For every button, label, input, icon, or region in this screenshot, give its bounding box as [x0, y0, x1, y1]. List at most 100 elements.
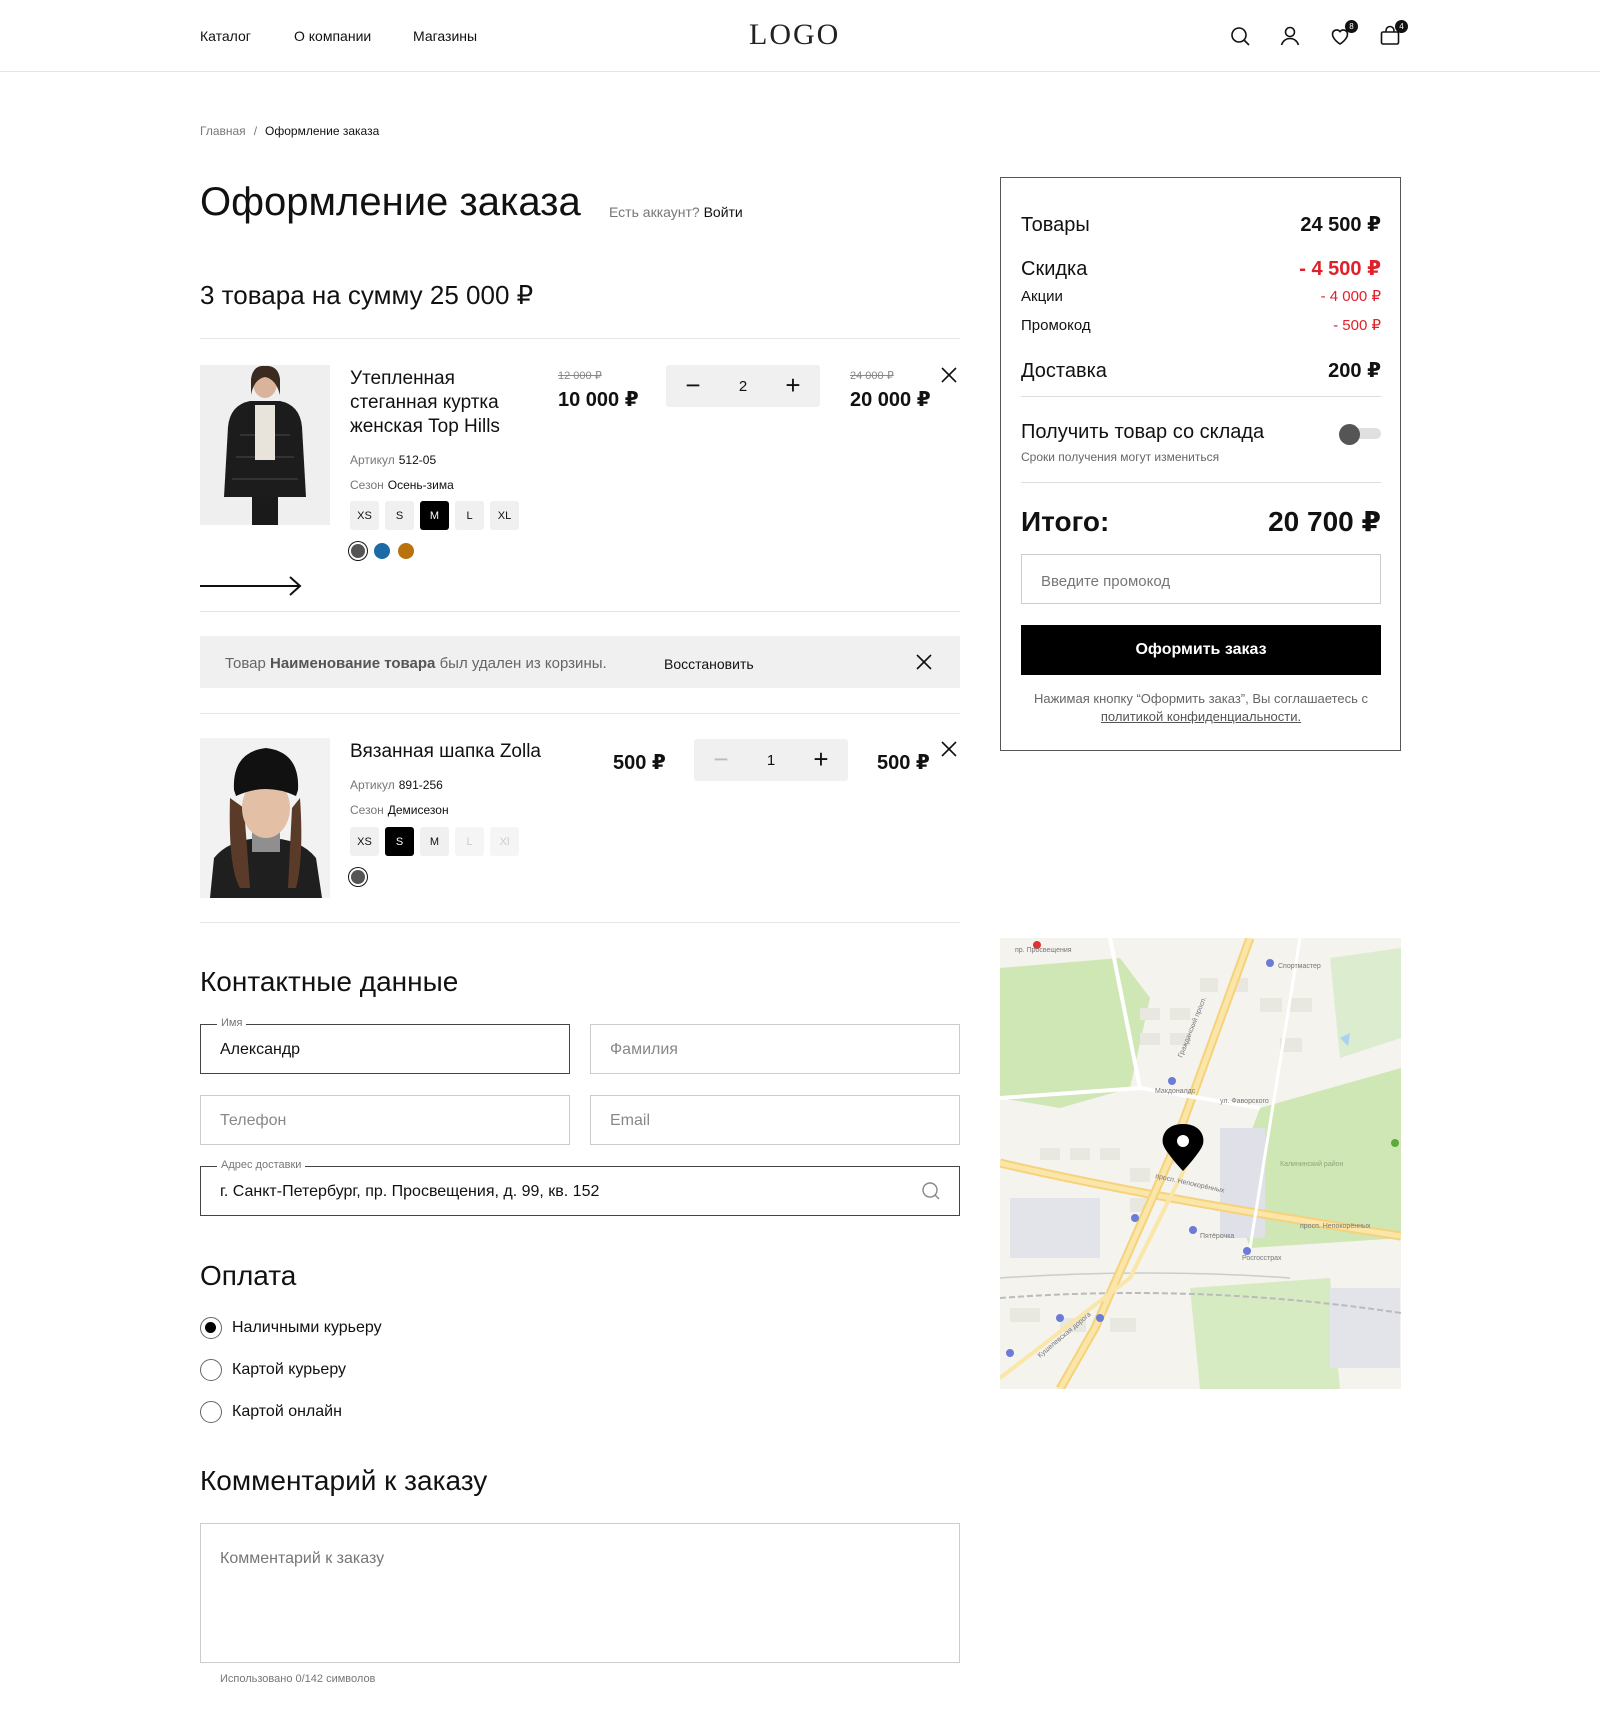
- total-value: 20 700 ₽: [1268, 506, 1381, 537]
- delivery-value: 200 ₽: [1328, 360, 1381, 382]
- nav-catalog[interactable]: Каталог: [200, 28, 251, 44]
- breadcrumb-current: Оформление заказа: [265, 124, 380, 138]
- size-option[interactable]: XS: [350, 827, 379, 856]
- product-season: Сезон Демисезон: [350, 803, 449, 817]
- remove-item-close-icon[interactable]: [940, 366, 958, 384]
- page-title: Оформление заказа: [200, 180, 581, 224]
- color-swatch-blue[interactable]: [374, 543, 390, 559]
- quantity-stepper: − 1 +: [694, 739, 848, 781]
- email-field[interactable]: Email: [590, 1095, 960, 1145]
- login-prompt-text: Есть аккаунт?: [609, 204, 700, 220]
- promocode-value: - 500 ₽: [1333, 317, 1381, 334]
- user-icon[interactable]: [1278, 24, 1302, 48]
- cart-icon[interactable]: 4: [1378, 20, 1408, 48]
- address-field[interactable]: Адрес доставки г. Санкт-Петербург, пр. П…: [200, 1159, 960, 1216]
- total-label: Итого:: [1021, 506, 1110, 537]
- size-option[interactable]: L: [455, 501, 484, 530]
- size-option[interactable]: S: [385, 501, 414, 530]
- last-name-placeholder: Фамилия: [610, 1041, 678, 1058]
- logo[interactable]: LOGO: [749, 18, 840, 52]
- search-icon[interactable]: [1228, 24, 1252, 48]
- size-option-selected[interactable]: S: [385, 827, 414, 856]
- removed-suffix: был удален из корзины.: [439, 655, 607, 672]
- login-prompt: Есть аккаунт? Войти: [609, 204, 743, 220]
- promocode-label: Промокод: [1021, 317, 1091, 334]
- total-price: 500 ₽: [877, 752, 930, 774]
- nav-about[interactable]: О компании: [294, 28, 371, 44]
- removed-item-notice: Товар Наименование товара был удален из …: [200, 636, 960, 688]
- comment-textarea[interactable]: Комментарий к заказу: [200, 1523, 960, 1663]
- unit-price: 500 ₽: [613, 752, 666, 774]
- first-name-value[interactable]: Александр: [220, 1041, 300, 1059]
- increment-button[interactable]: +: [780, 372, 806, 399]
- delivery-map[interactable]: Спортмастер Макдоналдс Пятёрочка Росгосс…: [1000, 938, 1401, 1389]
- summary-promocode-row: Промокод - 500 ₽: [1021, 316, 1381, 334]
- breadcrumb-home[interactable]: Главная: [200, 124, 246, 138]
- pickup-label: Получить товар со склада: [1021, 421, 1265, 443]
- size-option[interactable]: XS: [350, 501, 379, 530]
- agreement-text: Нажимая кнопку “Оформить заказ”, Вы согл…: [1021, 690, 1381, 726]
- search-icon[interactable]: [921, 1181, 941, 1201]
- nav-stores[interactable]: Магазины: [413, 28, 477, 44]
- actions-label: Акции: [1021, 288, 1063, 305]
- color-swatch-brown[interactable]: [398, 543, 414, 559]
- increment-button[interactable]: +: [808, 746, 834, 773]
- address-value[interactable]: г. Санкт-Петербург, пр. Просвещения, д. …: [220, 1183, 599, 1201]
- goods-label: Товары: [1021, 214, 1090, 236]
- payment-option-card-courier[interactable]: Картой курьеру: [200, 1359, 346, 1381]
- size-option[interactable]: XL: [490, 501, 519, 530]
- divider: [200, 713, 960, 714]
- favorites-badge: 8: [1345, 20, 1358, 33]
- pickup-toggle[interactable]: [1339, 424, 1381, 445]
- first-name-field[interactable]: Имя Александр: [200, 1017, 570, 1074]
- divider: [1021, 482, 1381, 483]
- size-option-disabled: L: [455, 827, 484, 856]
- article-value: 512-05: [398, 453, 437, 467]
- pickup-note: Сроки получения могут измениться: [1021, 450, 1220, 464]
- svg-text:ул. Фаворского: ул. Фаворского: [1220, 1098, 1269, 1105]
- privacy-policy-link[interactable]: политикой конфиденциальности.: [1101, 709, 1301, 724]
- arrow-right-icon[interactable]: [200, 575, 304, 597]
- product-name[interactable]: Утепленная стеганная куртка женская Top …: [350, 367, 525, 439]
- first-name-label: Имя: [217, 1017, 247, 1029]
- restore-button[interactable]: Восстановить: [664, 656, 754, 672]
- toggle-knob[interactable]: [1339, 424, 1360, 445]
- product-name[interactable]: Вязанная шапка Zolla: [350, 740, 570, 764]
- size-option-selected[interactable]: M: [420, 501, 449, 530]
- divider: [1021, 396, 1381, 397]
- phone-placeholder: Телефон: [220, 1112, 287, 1129]
- payment-option-card-online[interactable]: Картой онлайн: [200, 1401, 342, 1423]
- svg-text:Росгосстрах: Росгосстрах: [1242, 1255, 1282, 1262]
- size-selector: XS S M L Xl: [350, 827, 519, 856]
- promo-code-input[interactable]: Введите промокод: [1021, 554, 1381, 604]
- product-image-jacket[interactable]: [200, 365, 330, 525]
- checkout-button[interactable]: Оформить заказ: [1021, 625, 1381, 675]
- color-swatch-gray[interactable]: [351, 870, 365, 884]
- radio-unchecked[interactable]: [200, 1359, 222, 1381]
- dismiss-notice-close-icon[interactable]: [915, 653, 933, 671]
- login-link[interactable]: Войти: [704, 204, 743, 220]
- payment-option-cash[interactable]: Наличными курьеру: [200, 1317, 382, 1339]
- season-value: Демисезон: [387, 803, 449, 817]
- article-value: 891-256: [398, 778, 443, 792]
- last-name-field[interactable]: Фамилия: [590, 1024, 960, 1074]
- radio-unchecked[interactable]: [200, 1401, 222, 1423]
- color-swatch-gray[interactable]: [351, 544, 365, 558]
- article-label: Артикул: [350, 453, 395, 467]
- svg-text:Спортмастер: Спортмастер: [1278, 963, 1321, 970]
- size-option[interactable]: M: [420, 827, 449, 856]
- removed-prefix: Товар: [225, 655, 266, 672]
- contacts-title: Контактные данные: [200, 966, 459, 997]
- svg-text:Калининский район: Калининский район: [1280, 1160, 1344, 1168]
- radio-checked[interactable]: [200, 1317, 222, 1339]
- phone-field[interactable]: Телефон: [200, 1095, 570, 1145]
- product-image-hat[interactable]: [200, 738, 330, 898]
- remove-item-close-icon[interactable]: [940, 740, 958, 758]
- promo-code-placeholder: Введите промокод: [1041, 573, 1171, 590]
- summary-actions-row: Акции - 4 000 ₽: [1021, 287, 1381, 305]
- total-price: 20 000 ₽: [850, 389, 931, 411]
- season-label: Сезон: [350, 478, 384, 492]
- quantity-stepper: − 2 +: [666, 365, 820, 407]
- heart-icon[interactable]: 8: [1328, 20, 1358, 48]
- old-unit-price: 12 000 ₽: [558, 370, 602, 382]
